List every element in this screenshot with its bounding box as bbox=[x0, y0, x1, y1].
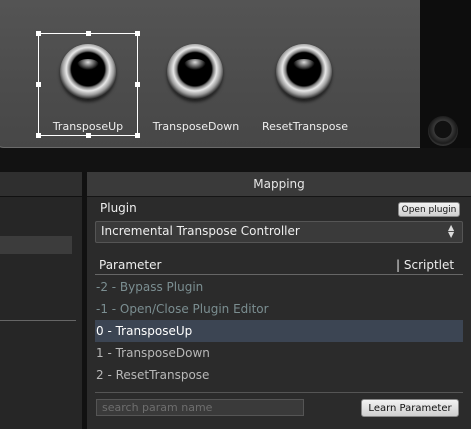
parameter-row[interactable]: 1 - TransposeDown bbox=[95, 342, 463, 364]
mapping-title: Mapping bbox=[87, 172, 471, 197]
parameter-row[interactable]: 2 - ResetTranspose bbox=[95, 364, 463, 386]
open-plugin-button[interactable]: Open plugin bbox=[398, 202, 460, 217]
transpose-down-label: TransposeDown bbox=[152, 120, 240, 133]
parameter-row[interactable]: -2 - Bypass Plugin bbox=[95, 276, 463, 298]
list-bottom-divider bbox=[95, 392, 463, 393]
resize-handle[interactable] bbox=[135, 133, 140, 138]
resize-handle[interactable] bbox=[86, 31, 91, 36]
knob-highlight bbox=[184, 59, 206, 70]
resize-handle[interactable] bbox=[135, 31, 140, 36]
transpose-down-knob[interactable] bbox=[167, 44, 223, 100]
knob-highlight bbox=[293, 59, 315, 70]
left-panel-divider bbox=[0, 320, 76, 321]
plugin-label: Plugin bbox=[100, 201, 137, 215]
parameter-column-header[interactable]: Parameter bbox=[99, 258, 161, 272]
resize-handle[interactable] bbox=[36, 31, 41, 36]
resize-handle[interactable] bbox=[36, 82, 41, 87]
resize-handle[interactable] bbox=[36, 133, 41, 138]
column-header-divider bbox=[95, 274, 463, 275]
reset-transpose-knob[interactable] bbox=[276, 44, 332, 100]
learn-parameter-button[interactable]: Learn Parameter bbox=[361, 399, 459, 417]
side-knob-icon[interactable] bbox=[428, 116, 458, 146]
left-panel bbox=[0, 172, 82, 429]
scriptlet-column-header[interactable]: | Scriptlet bbox=[396, 258, 454, 272]
search-param-input[interactable] bbox=[96, 399, 304, 416]
left-panel-header bbox=[0, 172, 82, 197]
right-edge-strip bbox=[420, 0, 471, 172]
parameter-row-selected[interactable]: 0 - TransposeUp bbox=[95, 320, 463, 342]
reset-transpose-label: ResetTranspose bbox=[261, 120, 348, 133]
parameter-row[interactable]: -1 - Open/Close Plugin Editor bbox=[95, 298, 463, 320]
resize-handle[interactable] bbox=[135, 82, 140, 87]
selection-box[interactable] bbox=[36, 31, 140, 138]
up-down-arrows-icon: ▲ ▼ bbox=[448, 223, 455, 239]
plugin-select-value: Incremental Transpose Controller bbox=[101, 224, 300, 238]
panel-divider bbox=[0, 148, 471, 172]
resize-handle[interactable] bbox=[86, 133, 91, 138]
left-panel-field[interactable] bbox=[0, 236, 72, 254]
